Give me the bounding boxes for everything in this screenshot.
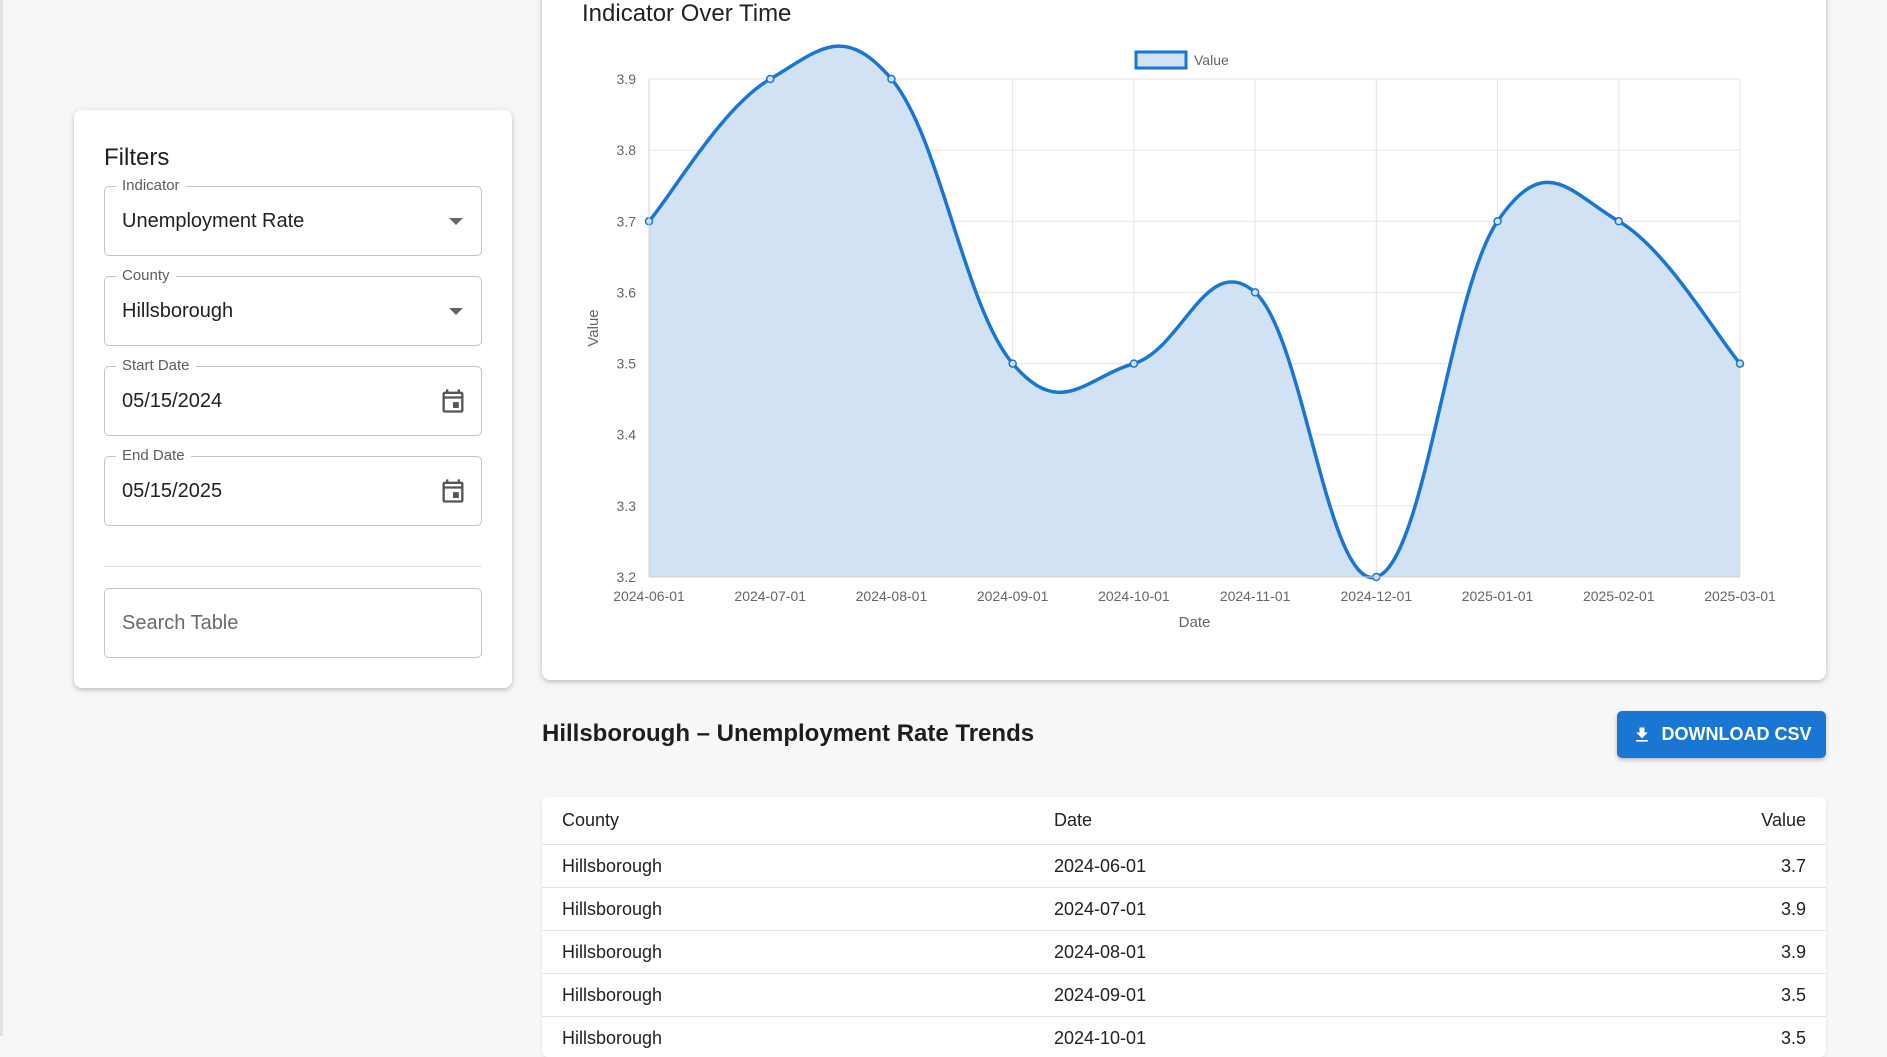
end-date-label: End Date bbox=[116, 447, 191, 465]
column-header-county[interactable]: County bbox=[542, 797, 1053, 845]
end-date-field[interactable]: End Date 05/15/2025 bbox=[104, 456, 482, 526]
chart-legend: Value bbox=[1136, 52, 1229, 68]
cell-county: Hillsborough bbox=[542, 931, 1053, 974]
x-tick-label: 2024-12-01 bbox=[1341, 588, 1413, 604]
cell-value: 3.7 bbox=[1555, 845, 1826, 888]
calendar-icon[interactable] bbox=[439, 477, 467, 505]
cell-date: 2024-08-01 bbox=[1053, 931, 1555, 974]
column-header-value[interactable]: Value bbox=[1555, 797, 1826, 845]
x-tick-label: 2024-09-01 bbox=[977, 588, 1049, 604]
line-chart: 3.9 3.8 3.7 3.6 3.5 3.4 3.3 3.2 2024-06-01 2024-0… bbox=[542, 40, 1826, 660]
chart-title: Indicator Over Time bbox=[582, 0, 791, 28]
y-tick-label: 3.3 bbox=[617, 498, 637, 514]
x-tick-label: 2025-03-01 bbox=[1704, 588, 1776, 604]
table-section-title: Hillsborough – Unemployment Rate Trends bbox=[542, 720, 1034, 748]
county-label: County bbox=[116, 267, 176, 285]
chevron-down-icon[interactable] bbox=[449, 308, 463, 315]
cell-date: 2024-06-01 bbox=[1053, 845, 1555, 888]
chevron-down-icon[interactable] bbox=[449, 218, 463, 225]
cell-county: Hillsborough bbox=[542, 1017, 1053, 1057]
filters-panel: Filters Indicator Unemployment Rate Coun… bbox=[74, 110, 512, 688]
table-header-row: County Date Value bbox=[542, 797, 1826, 845]
y-tick-label: 3.5 bbox=[617, 356, 637, 372]
legend-label: Value bbox=[1194, 52, 1229, 68]
data-point bbox=[1737, 360, 1744, 367]
cell-county: Hillsborough bbox=[542, 845, 1053, 888]
data-point bbox=[1494, 218, 1501, 225]
cell-county: Hillsborough bbox=[542, 974, 1053, 1017]
search-table-input[interactable] bbox=[104, 588, 482, 658]
table-row[interactable]: Hillsborough 2024-07-01 3.9 bbox=[542, 888, 1826, 931]
download-csv-label: DOWNLOAD CSV bbox=[1662, 724, 1812, 745]
start-date-field[interactable]: Start Date 05/15/2024 bbox=[104, 366, 482, 436]
data-point bbox=[1009, 360, 1016, 367]
cell-date: 2024-07-01 bbox=[1053, 888, 1555, 931]
x-tick-label: 2024-08-01 bbox=[856, 588, 928, 604]
filters-title: Filters bbox=[104, 144, 169, 172]
indicator-value: Unemployment Rate bbox=[122, 210, 304, 233]
x-tick-label: 2024-11-01 bbox=[1220, 588, 1291, 604]
legend-swatch bbox=[1136, 52, 1186, 68]
cell-value: 3.9 bbox=[1555, 931, 1826, 974]
cell-date: 2024-10-01 bbox=[1053, 1017, 1555, 1057]
table-row[interactable]: Hillsborough 2024-08-01 3.9 bbox=[542, 931, 1826, 974]
start-date-label: Start Date bbox=[116, 357, 196, 375]
x-tick-label: 2025-01-01 bbox=[1462, 588, 1534, 604]
data-point bbox=[1130, 360, 1137, 367]
y-tick-label: 3.2 bbox=[617, 569, 637, 585]
filters-divider bbox=[104, 566, 482, 567]
data-table: County Date Value Hillsborough 2024-06-0… bbox=[542, 797, 1826, 1057]
end-date-value: 05/15/2025 bbox=[122, 480, 222, 503]
data-point bbox=[767, 76, 774, 83]
cell-value: 3.5 bbox=[1555, 1017, 1826, 1057]
county-select[interactable]: County Hillsborough bbox=[104, 276, 482, 346]
table-row[interactable]: Hillsborough 2024-06-01 3.7 bbox=[542, 845, 1826, 888]
y-tick-label: 3.4 bbox=[617, 427, 637, 443]
x-tick-label: 2024-10-01 bbox=[1098, 588, 1170, 604]
cell-value: 3.5 bbox=[1555, 974, 1826, 1017]
y-tick-label: 3.7 bbox=[617, 213, 637, 229]
table-row[interactable]: Hillsborough 2024-09-01 3.5 bbox=[542, 974, 1826, 1017]
calendar-icon[interactable] bbox=[439, 387, 467, 415]
indicator-label: Indicator bbox=[116, 177, 186, 195]
y-tick-label: 3.8 bbox=[617, 142, 637, 158]
data-point bbox=[1615, 218, 1622, 225]
y-tick-label: 3.9 bbox=[617, 71, 637, 87]
x-tick-label: 2024-06-01 bbox=[613, 588, 685, 604]
download-csv-button[interactable]: DOWNLOAD CSV bbox=[1617, 711, 1826, 758]
data-point bbox=[888, 76, 895, 83]
cell-date: 2024-09-01 bbox=[1053, 974, 1555, 1017]
column-header-date[interactable]: Date bbox=[1053, 797, 1555, 845]
x-tick-label: 2024-07-01 bbox=[734, 588, 806, 604]
cell-value: 3.9 bbox=[1555, 888, 1826, 931]
table-row[interactable]: Hillsborough 2024-10-01 3.5 bbox=[542, 1017, 1826, 1057]
download-icon bbox=[1632, 725, 1652, 745]
indicator-select[interactable]: Indicator Unemployment Rate bbox=[104, 186, 482, 256]
y-axis-label: Value bbox=[585, 309, 602, 346]
page-left-edge bbox=[0, 0, 3, 1036]
x-tick-label: 2025-02-01 bbox=[1583, 588, 1655, 604]
y-tick-label: 3.6 bbox=[617, 284, 637, 300]
county-value: Hillsborough bbox=[122, 300, 233, 323]
x-axis-label: Date bbox=[1179, 614, 1211, 631]
start-date-value: 05/15/2024 bbox=[122, 390, 222, 413]
data-point bbox=[1252, 289, 1259, 296]
cell-county: Hillsborough bbox=[542, 888, 1053, 931]
series-area-fill bbox=[649, 46, 1740, 577]
